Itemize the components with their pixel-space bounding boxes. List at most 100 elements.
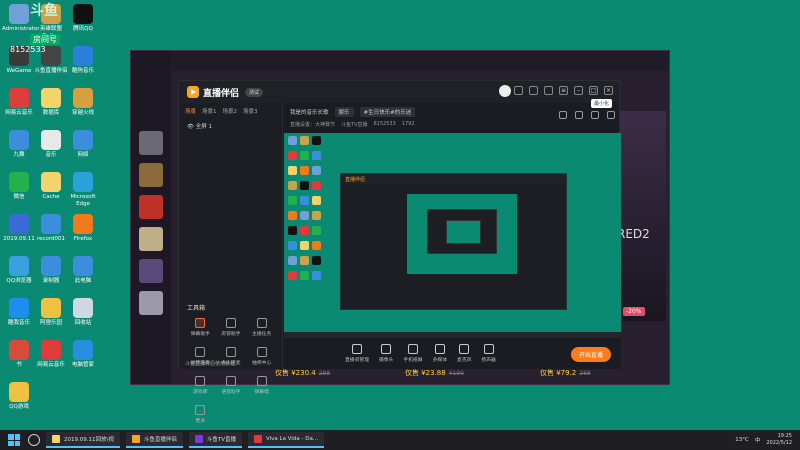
preview-desktop-icon <box>312 166 321 175</box>
desktop-icon-label: 酷狗音乐 <box>71 68 94 74</box>
preview-desktop-icon <box>312 226 321 235</box>
tool-item[interactable]: 更多 <box>185 405 216 424</box>
desktop-icon-label: 九舞 <box>13 152 25 158</box>
control-icon <box>381 344 392 354</box>
control-button[interactable]: 摄像头 <box>379 344 393 363</box>
desktop-icon-label: 音乐 <box>45 152 57 158</box>
desktop-icon[interactable]: 九舞 <box>2 130 36 159</box>
app-icon <box>9 298 29 318</box>
desktop-icon-label: 回收站 <box>74 320 92 326</box>
game-tile[interactable] <box>139 131 163 155</box>
tutorial-link[interactable]: 斗鱼直播伴侣使用教程 <box>185 360 235 367</box>
topic-tag[interactable]: #生日快乐#的乐迷 <box>359 107 416 117</box>
desktop-icon[interactable]: record001 <box>34 214 68 243</box>
tool-item[interactable]: 弹幕墙 <box>246 376 277 395</box>
desktop-icon[interactable]: 书 <box>2 340 36 369</box>
tool-item[interactable]: 游戏库 <box>185 376 216 395</box>
desktop-icon[interactable]: 回收站 <box>66 298 100 327</box>
control-button[interactable]: 手机投屏 <box>403 344 423 363</box>
control-label: 扬声器 <box>481 358 496 363</box>
source-item[interactable]: 👁 全屏 1 <box>179 119 282 133</box>
message-icon[interactable] <box>514 86 523 95</box>
desktop-icon-label: record001 <box>36 236 66 242</box>
gift-icon[interactable] <box>529 86 538 95</box>
desktop-icon[interactable]: QQ浏览器 <box>2 256 36 285</box>
taskbar-app[interactable]: 斗鱼TV直播 <box>188 432 242 448</box>
scene-tab[interactable]: 场景2 <box>223 107 238 115</box>
desktop-icon[interactable]: 微信 <box>2 172 36 201</box>
avatar[interactable] <box>499 85 511 97</box>
desktop-icon[interactable]: Firefox <box>66 214 100 243</box>
start-live-button[interactable]: 开始直播 <box>570 347 611 362</box>
desktop-icon[interactable]: 腾讯QQ <box>66 4 100 33</box>
skin-icon[interactable] <box>544 86 553 95</box>
stream-preview[interactable]: 直播伴侣 <box>284 133 621 338</box>
desktop-icon[interactable]: 录制器 <box>34 256 68 285</box>
desktop-icon[interactable]: 2019.09.11 <box>2 214 36 243</box>
app-icon <box>73 298 93 318</box>
minimize-button[interactable]: – <box>574 86 583 95</box>
tool-item[interactable]: 房管助手 <box>216 318 247 337</box>
maximize-button[interactable]: □ <box>589 86 598 95</box>
game-tile[interactable] <box>139 163 163 187</box>
windows-start-icon[interactable] <box>8 434 20 446</box>
scene-tab[interactable]: 场景3 <box>243 107 258 115</box>
search-icon[interactable] <box>28 434 40 446</box>
scene-tab[interactable]: 场景 <box>185 107 196 115</box>
tool-item[interactable]: 语音助手 <box>216 376 247 395</box>
price-item-1[interactable]: 仅售 ¥230.4 288 <box>275 368 330 382</box>
control-button[interactable]: 麦克风 <box>457 344 471 363</box>
input-lang[interactable]: 中 <box>755 436 761 444</box>
desktop-icon[interactable]: 酷我音乐 <box>2 298 36 327</box>
desktop-icon[interactable]: 音乐 <box>34 130 68 159</box>
bell-icon[interactable] <box>591 111 599 119</box>
scene-tab[interactable]: 场景1 <box>202 107 217 115</box>
desktop-icon[interactable]: 电脑管家 <box>66 340 100 369</box>
desktop-icon[interactable]: Microsoft Edge <box>66 172 100 208</box>
price-item-2[interactable]: 仅售 ¥23.88 ¥199 <box>405 368 464 382</box>
control-button[interactable]: 直播间管理 <box>345 344 369 363</box>
room-setting[interactable]: 直播设置：大神赛节 <box>290 121 335 128</box>
preview-desktop-icon <box>300 166 309 175</box>
desktop-icon-label: QQ浏览器 <box>6 278 32 284</box>
price-item-3[interactable]: 仅售 ¥79.2 288 <box>540 368 591 382</box>
taskbar-app-label: 2019.09.11回放\视 <box>64 437 114 443</box>
desktop-icon[interactable]: 网易云音乐 <box>2 88 36 117</box>
game-tile[interactable] <box>139 291 163 315</box>
weather[interactable]: 13°C <box>735 437 749 443</box>
desktop-icon[interactable]: 数据库 <box>34 88 68 117</box>
tool-icon <box>256 376 267 386</box>
tool-label: 更多 <box>195 419 206 424</box>
desktop-icon[interactable]: Cache <box>34 172 68 201</box>
clock[interactable]: 19:25 2022/5/12 <box>766 433 792 447</box>
desktop-icon-label: 电脑管家 <box>71 362 94 368</box>
menu-icon[interactable]: ≡ <box>559 86 568 95</box>
desktop-icon[interactable]: 酷狗音乐 <box>66 46 100 75</box>
live-title[interactable]: 我是的音乐长歌 <box>290 108 329 116</box>
game-tile[interactable] <box>139 195 163 219</box>
desktop-icon[interactable]: 网易云音乐 <box>34 340 68 369</box>
desktop-icon[interactable]: 网络 <box>66 130 100 159</box>
control-button[interactable]: 扬声器 <box>481 344 496 363</box>
close-button[interactable]: × <box>604 86 613 95</box>
tool-item[interactable]: 抽奖中心 <box>246 347 277 366</box>
game-tile[interactable] <box>139 227 163 251</box>
game-tile[interactable] <box>139 259 163 283</box>
desktop-icon[interactable]: 阿狸乐园 <box>34 298 68 327</box>
tool-item[interactable]: 弹幕助手 <box>185 318 216 337</box>
app-icon <box>9 88 29 108</box>
control-label: 多媒体 <box>432 358 448 363</box>
taskbar-app[interactable]: 2019.09.11回放\视 <box>46 432 120 448</box>
taskbar-app[interactable]: Viva La Vida - Da... <box>248 432 325 448</box>
preview-desktop-icon <box>288 211 297 220</box>
bag-icon[interactable] <box>575 111 583 119</box>
tool-item[interactable]: 主播任务 <box>246 318 277 337</box>
taskbar-app[interactable]: 斗鱼直播伴侣 <box>125 432 183 448</box>
desktop-icon[interactable]: QQ游戏 <box>2 382 36 411</box>
desktop-icon[interactable]: 此电脑 <box>66 256 100 285</box>
control-button[interactable]: 多媒体 <box>433 344 447 363</box>
desktop-icon[interactable]: 穿越火线 <box>66 88 100 117</box>
category-tag[interactable]: 娱乐 <box>334 107 354 117</box>
share-icon[interactable] <box>607 111 615 119</box>
shop-icon[interactable] <box>559 111 567 119</box>
